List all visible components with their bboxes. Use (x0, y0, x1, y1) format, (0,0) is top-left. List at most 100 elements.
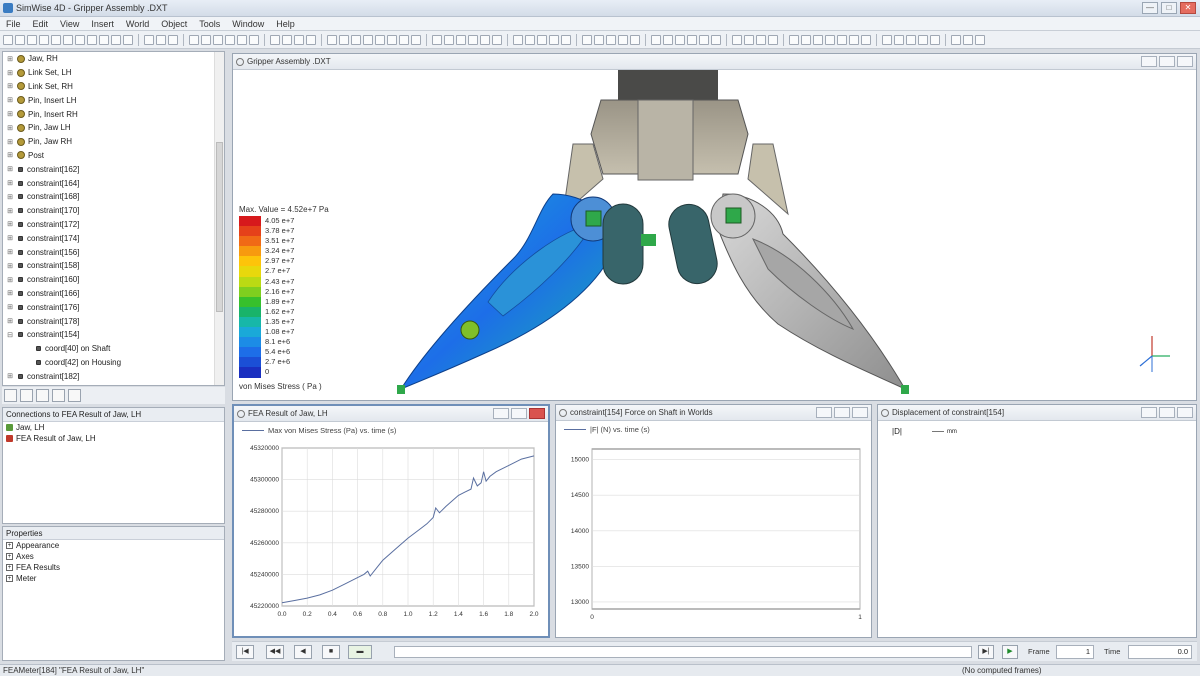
tree-item[interactable]: ⊞ constraint[168] (3, 190, 224, 204)
tree-scrollbar[interactable] (214, 52, 224, 385)
tree-item[interactable]: ⊞ constraint[174] (3, 231, 224, 245)
toolbar-button[interactable] (837, 34, 847, 45)
toolbar-button[interactable] (339, 34, 349, 45)
toolbar-button[interactable] (906, 34, 916, 45)
expand-icon[interactable]: ⊞ (6, 303, 14, 311)
toolbar-button[interactable] (63, 34, 73, 45)
tree-item[interactable]: ⊞ constraint[178] (3, 314, 224, 328)
toolbar-button[interactable] (351, 34, 361, 45)
expand-icon[interactable]: + (6, 553, 13, 560)
tree-item[interactable]: ⊞ Pin, Jaw LH (3, 121, 224, 135)
toolbar-button[interactable] (861, 34, 871, 45)
minimize-button[interactable] (493, 408, 509, 419)
toolbar-button[interactable] (675, 34, 685, 45)
toolbar-button[interactable] (744, 34, 754, 45)
toolbar-button[interactable] (789, 34, 799, 45)
property-row[interactable]: + FEA Results (3, 562, 224, 573)
menu-window[interactable]: Window (232, 19, 264, 29)
toolbar-button[interactable] (306, 34, 316, 45)
toolbar-button[interactable] (606, 34, 616, 45)
toolbar-button[interactable] (444, 34, 454, 45)
toolbar-button[interactable] (537, 34, 547, 45)
expand-icon[interactable]: ⊞ (6, 69, 14, 77)
tree-item[interactable]: ⊞ constraint[164] (3, 176, 224, 190)
toolbar-button[interactable] (168, 34, 178, 45)
toolbar-button[interactable] (87, 34, 97, 45)
toolbar-button[interactable] (237, 34, 247, 45)
tree-item[interactable]: ⊞ constraint[160] (3, 273, 224, 287)
toolbar-button[interactable] (468, 34, 478, 45)
play-button[interactable]: ▶ (1002, 645, 1018, 659)
plot-panel-fea-result[interactable]: FEA Result of Jaw, LH Max von Mises Stre… (232, 404, 550, 638)
expand-icon[interactable]: ⊞ (6, 165, 14, 173)
menu-insert[interactable]: Insert (91, 19, 114, 29)
toolbar-button[interactable] (825, 34, 835, 45)
toolbar-button[interactable] (492, 34, 502, 45)
menu-world[interactable]: World (126, 19, 149, 29)
tree-item[interactable]: ⊞ constraint[158] (3, 259, 224, 273)
plot-panel-force[interactable]: constraint[154] Force on Shaft in Worlds… (555, 404, 872, 638)
toolbar-button[interactable] (849, 34, 859, 45)
step-forward-button[interactable]: ▶| (978, 645, 994, 659)
expand-icon[interactable]: ⊞ (6, 82, 14, 90)
toolbar-button[interactable] (156, 34, 166, 45)
menu-object[interactable]: Object (161, 19, 187, 29)
menu-help[interactable]: Help (276, 19, 295, 29)
toolbar-button[interactable] (687, 34, 697, 45)
toolbar-button[interactable] (663, 34, 673, 45)
close-button[interactable] (529, 408, 545, 419)
expand-icon[interactable]: + (6, 564, 13, 571)
time-field[interactable]: 0.0 (1128, 645, 1192, 659)
toolbar-button[interactable] (732, 34, 742, 45)
expand-icon[interactable]: ⊞ (6, 179, 14, 187)
toolbar-button[interactable] (363, 34, 373, 45)
expand-icon[interactable]: ⊞ (6, 124, 14, 132)
tree-item[interactable]: ⊞ Pin, Insert LH (3, 93, 224, 107)
expand-icon[interactable]: ⊞ (6, 220, 14, 228)
maximize-button[interactable] (511, 408, 527, 419)
tree-item[interactable]: ⊞ Link Set, LH (3, 66, 224, 80)
toolbar-button[interactable] (327, 34, 337, 45)
menu-edit[interactable]: Edit (33, 19, 49, 29)
toolbar-button[interactable] (549, 34, 559, 45)
toolbar-button[interactable] (711, 34, 721, 45)
toolbar-button[interactable] (3, 34, 13, 45)
tree-item[interactable]: ⊞ constraint[162] (3, 162, 224, 176)
expand-icon[interactable]: ⊞ (6, 96, 14, 104)
expand-icon[interactable]: ⊞ (6, 55, 14, 63)
toolbar-button[interactable] (699, 34, 709, 45)
toolbar-button[interactable] (618, 34, 628, 45)
rewind-button[interactable]: |◀ (236, 645, 254, 659)
toolbar-button[interactable] (630, 34, 640, 45)
tree-item[interactable]: ⊞ Pin, Jaw RH (3, 135, 224, 149)
toolbar-button[interactable] (480, 34, 490, 45)
object-tree[interactable]: ⊞ Jaw, RH ⊞ Link Set, LH ⊞ Link Set, RH ⊞ Pin, … (2, 51, 225, 386)
toolbar-button[interactable] (918, 34, 928, 45)
property-row[interactable]: + Meter (3, 573, 224, 584)
expand-icon[interactable]: ⊟ (6, 331, 14, 339)
tree-item[interactable]: ⊞ constraint[182] (3, 369, 224, 383)
toolbar-button[interactable] (411, 34, 421, 45)
menu-tools[interactable]: Tools (199, 19, 220, 29)
tree-item[interactable]: ⊞ constraint[172] (3, 218, 224, 232)
scrollbar-thumb[interactable] (216, 142, 223, 312)
toolbar-button[interactable] (189, 34, 199, 45)
maximize-button[interactable]: □ (1161, 2, 1177, 14)
toolbar-button[interactable] (39, 34, 49, 45)
toolbar-button[interactable] (144, 34, 154, 45)
expand-icon[interactable]: ⊞ (6, 289, 14, 297)
timeline-slider[interactable] (394, 646, 972, 658)
toolbar-button[interactable] (525, 34, 535, 45)
property-row[interactable]: + Axes (3, 551, 224, 562)
maximize-button[interactable] (834, 407, 850, 418)
tree-item[interactable]: ⊞ constraint[166] (3, 287, 224, 301)
toolbar-button[interactable] (432, 34, 442, 45)
minimize-button[interactable] (816, 407, 832, 418)
tree-tab-icon[interactable] (68, 389, 81, 402)
toolbar-button[interactable] (51, 34, 61, 45)
close-button[interactable]: ✕ (1180, 2, 1196, 14)
toolbar-button[interactable] (375, 34, 385, 45)
tree-item[interactable]: ⊞ constraint[176] (3, 300, 224, 314)
toolbar-button[interactable] (882, 34, 892, 45)
toolbar-button[interactable] (651, 34, 661, 45)
